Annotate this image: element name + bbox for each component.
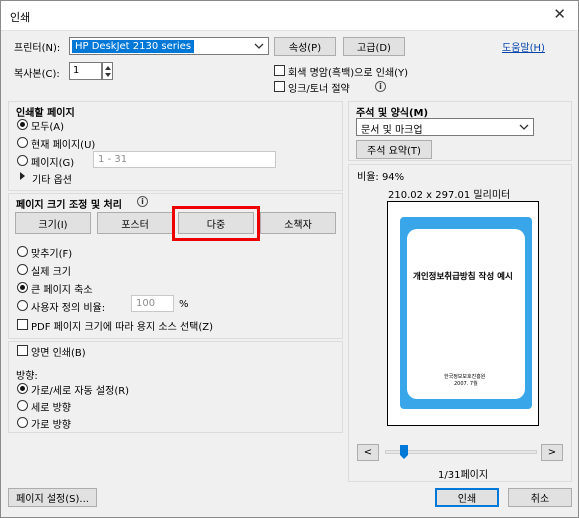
advanced-button[interactable]: 고급(D) <box>343 37 405 56</box>
custom-scale-label: 사용자 정의 비율: <box>31 303 106 314</box>
duplex-checkbox[interactable] <box>17 345 28 356</box>
document-org: 한국정보보호진흥원 <box>444 374 486 380</box>
info-icon[interactable]: i <box>375 81 386 92</box>
next-page-button[interactable]: > <box>541 444 563 461</box>
custom-scale-value: 100 <box>136 298 156 309</box>
sizing-title: 페이지 크기 조정 및 처리 <box>16 200 122 211</box>
grayscale-label: 회색 명암(흑백)으로 인쇄(Y) <box>288 68 409 79</box>
sizing-info-icon[interactable]: i <box>137 196 148 207</box>
actual-size-radio[interactable] <box>17 264 28 275</box>
pages-title: 인쇄할 페이지 <box>16 108 75 119</box>
highlight-box <box>172 206 260 241</box>
custom-scale-radio[interactable] <box>17 300 28 311</box>
document-date: 2007. 7월 <box>454 381 478 387</box>
properties-button[interactable]: 속성(P) <box>274 37 336 56</box>
printer-selected-value: HP DeskJet 2130 series <box>72 40 195 53</box>
pages-current-radio[interactable] <box>17 137 28 148</box>
pages-all-radio[interactable] <box>17 119 28 130</box>
save-ink-label: 잉크/토너 절약 <box>288 84 350 95</box>
pages-current-label: 현재 페이지(U) <box>31 140 96 151</box>
landscape-label: 가로 방향 <box>31 420 71 431</box>
printer-select[interactable]: HP DeskJet 2130 series <box>69 37 269 55</box>
more-options-label[interactable]: 기타 옵션 <box>32 171 72 186</box>
prev-page-button[interactable]: < <box>357 444 379 461</box>
print-button[interactable]: 인쇄 <box>435 488 499 507</box>
fit-label: 맞추기(F) <box>31 249 73 260</box>
portrait-label: 세로 방향 <box>31 403 71 414</box>
pages-range-label: 페이지(G) <box>31 158 75 169</box>
save-ink-checkbox[interactable] <box>274 81 285 92</box>
copies-stepper[interactable] <box>102 62 113 80</box>
landscape-radio[interactable] <box>17 417 28 428</box>
grayscale-checkbox[interactable] <box>274 65 285 76</box>
fit-radio[interactable] <box>17 246 28 257</box>
printer-label: 프린터(N): <box>14 43 61 54</box>
slider-thumb-icon[interactable] <box>399 444 409 460</box>
percent-label: % <box>179 299 189 310</box>
booklet-button[interactable]: 소책자 <box>260 212 336 234</box>
pages-range-placeholder: 1 - 31 <box>98 154 128 165</box>
comments-summary-button[interactable]: 주석 요약(T) <box>356 140 432 159</box>
comments-select[interactable]: 문서 및 마크업 <box>356 118 534 136</box>
preview-scale: 비율: 94% <box>357 172 405 183</box>
page-indicator: 1/31페이지 <box>438 470 489 481</box>
copies-label: 복사본(C): <box>14 69 60 80</box>
comments-selected-value: 문서 및 마크업 <box>361 125 423 136</box>
copies-input[interactable]: 1 <box>69 62 102 80</box>
pdf-source-label: PDF 페이지 크기에 따라 용지 소스 선택(Z) <box>31 322 214 333</box>
page-setup-button[interactable]: 페이지 설정(S)... <box>8 488 97 507</box>
pages-all-label: 모두(A) <box>31 122 65 133</box>
preview-dimensions: 210.02 x 297.01 밀리미터 <box>388 190 511 201</box>
orientation-title: 방향: <box>16 371 38 382</box>
custom-scale-input[interactable]: 100 <box>131 295 174 312</box>
close-icon[interactable]: ✕ <box>553 6 566 22</box>
shrink-label: 큰 페이지 축소 <box>31 285 93 296</box>
expand-triangle-icon[interactable] <box>19 172 26 180</box>
help-link[interactable]: 도움말(H) <box>502 39 545 54</box>
document-title: 개인정보취급방침 작성 예시 <box>413 272 513 282</box>
pdf-source-checkbox[interactable] <box>17 319 28 330</box>
copies-value: 1 <box>73 65 80 76</box>
cancel-button[interactable]: 취소 <box>508 488 572 507</box>
poster-button[interactable]: 포스터 <box>97 212 173 234</box>
print-dialog: 인쇄 ✕ 프린터(N): HP DeskJet 2130 series 속성(P… <box>0 0 579 518</box>
chevron-down-icon <box>254 43 264 49</box>
size-button[interactable]: 크기(I) <box>15 212 91 234</box>
duplex-label: 양면 인쇄(B) <box>31 348 86 359</box>
portrait-radio[interactable] <box>17 400 28 411</box>
window-title: 인쇄 <box>10 11 31 24</box>
auto-orientation-label: 가로/세로 자동 설정(R) <box>31 386 130 397</box>
pages-range-input[interactable]: 1 - 31 <box>93 151 276 168</box>
shrink-radio[interactable] <box>17 282 28 293</box>
chevron-down-icon <box>519 124 529 130</box>
pages-range-radio[interactable] <box>17 155 28 166</box>
stepper-up-icon[interactable] <box>104 64 112 71</box>
actual-size-label: 실제 크기 <box>31 267 71 278</box>
auto-orientation-radio[interactable] <box>17 383 28 394</box>
comments-title: 주석 및 양식(M) <box>356 108 429 119</box>
stepper-down-icon[interactable] <box>104 72 112 79</box>
title-bar: 인쇄 ✕ <box>1 1 578 31</box>
